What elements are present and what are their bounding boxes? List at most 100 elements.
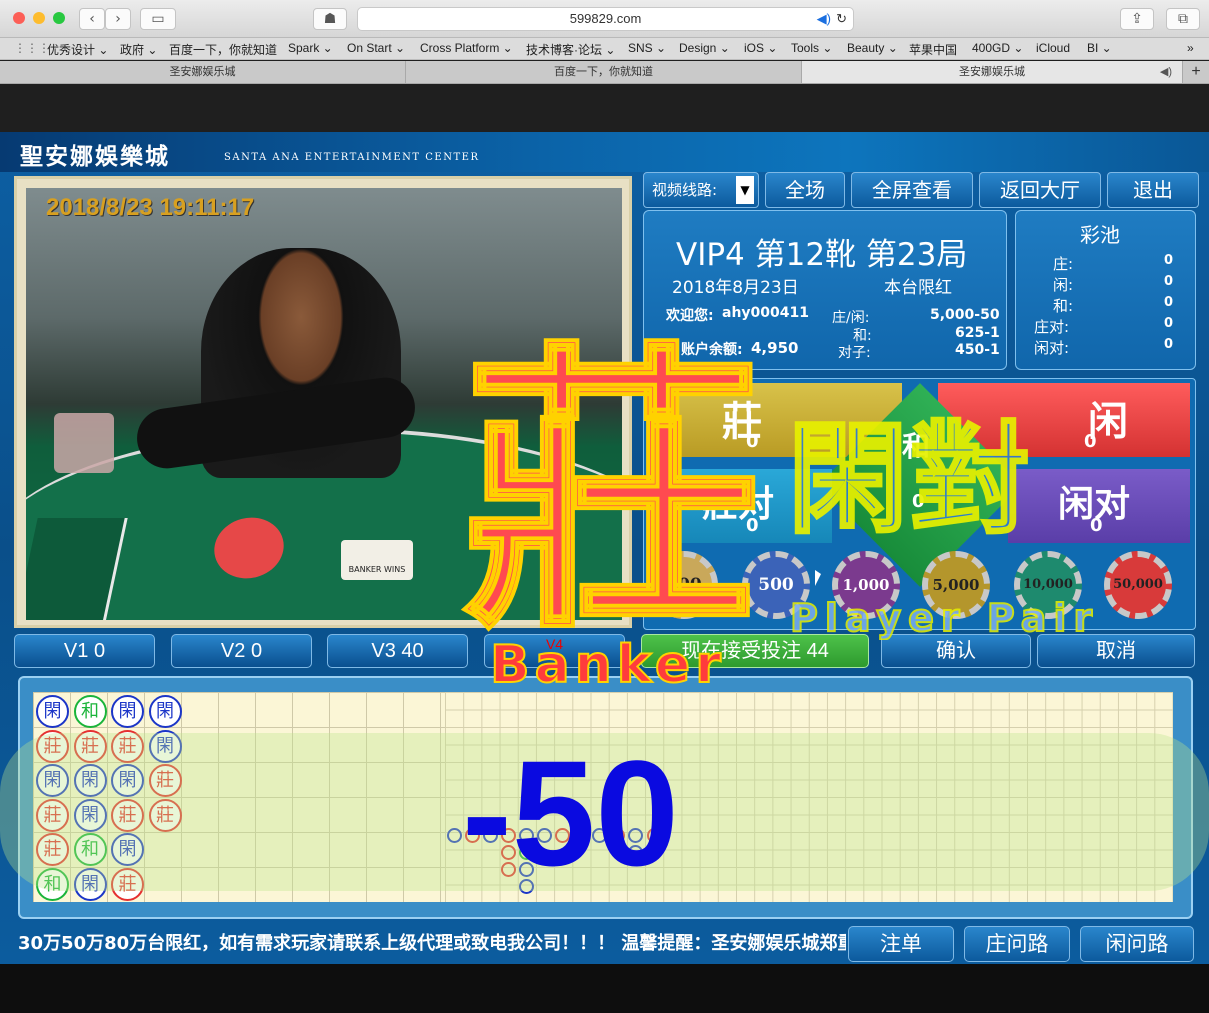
- bead-road-cell: 閑: [73, 764, 107, 797]
- bead-road-cell: 莊: [36, 833, 69, 866]
- bookmark[interactable]: Design ⌄: [679, 41, 730, 55]
- bookmark[interactable]: Tools ⌄: [791, 41, 832, 55]
- bookmark[interactable]: Cross Platform ⌄: [420, 41, 513, 55]
- full-table-button[interactable]: 全场: [765, 172, 845, 208]
- limit-value-2: 625-1: [955, 325, 1000, 341]
- result-player-pair-char: 閑對: [787, 409, 1032, 550]
- tab-3-active[interactable]: 圣安娜娱乐城 ◀): [802, 61, 1183, 83]
- table-date: 2018年8月23日: [672, 278, 799, 298]
- limit-label-3: 对子:: [838, 345, 871, 361]
- chip-50000[interactable]: 50,000: [1104, 551, 1172, 619]
- address-bar[interactable]: 599829.com ◀) ↻: [357, 7, 854, 31]
- url-text: 599829.com: [569, 11, 642, 26]
- video-line-select[interactable]: 视频线路: ▼: [643, 172, 759, 208]
- pool-label: 庄:: [1053, 255, 1074, 273]
- result-banker-text: Banker: [489, 634, 726, 696]
- reload-icon[interactable]: ↻: [836, 8, 847, 30]
- bead-road-cell: 閑: [111, 833, 144, 866]
- bookmark[interactable]: Spark ⌄: [288, 41, 333, 55]
- v3-button[interactable]: V3 40: [327, 634, 468, 668]
- pool-value: 0: [1164, 316, 1174, 331]
- sidebar-toggle-icon[interactable]: ▭: [140, 8, 176, 30]
- limit-label: 本台限红: [884, 278, 952, 298]
- result-banker-char: 莊: [460, 315, 764, 668]
- pool-label: 闲对:: [1034, 339, 1070, 357]
- forward-button[interactable]: ›: [105, 8, 131, 30]
- more-bookmarks-icon[interactable]: »: [1187, 41, 1194, 55]
- page-bottom-band: [0, 964, 1209, 1013]
- fullscreen-button[interactable]: 全屏查看: [851, 172, 973, 208]
- bookmark[interactable]: Beauty ⌄: [847, 41, 898, 55]
- bookmark[interactable]: 400GD ⌄: [972, 41, 1023, 55]
- speaker-icon[interactable]: ◀): [817, 8, 831, 30]
- bookmark[interactable]: iCloud: [1036, 41, 1070, 55]
- v2-button[interactable]: V2 0: [171, 634, 312, 668]
- v1-button[interactable]: V1 0: [14, 634, 155, 668]
- tab-3-label: 圣安娜娱乐城: [959, 66, 1025, 78]
- bead-road-cell: 莊: [148, 764, 182, 797]
- return-lobby-button[interactable]: 返回大厅: [979, 172, 1101, 208]
- tab-1[interactable]: 圣安娜娱乐城: [0, 61, 406, 83]
- video-timestamp: 2018/8/23 19:11:17: [46, 194, 255, 221]
- bookmark[interactable]: 政府 ⌄: [120, 41, 157, 58]
- bookmark[interactable]: 优秀设计 ⌄: [47, 41, 108, 58]
- result-amount: -50: [462, 729, 679, 897]
- bead-road-cell: 和: [36, 867, 69, 901]
- bet-record-button[interactable]: 注单: [848, 926, 954, 962]
- tab-bar: 圣安娜娱乐城 百度一下，你就知道 圣安娜娱乐城 ◀) +: [0, 61, 1209, 84]
- pool-value: 0: [1164, 337, 1174, 352]
- tab-2[interactable]: 百度一下，你就知道: [406, 61, 802, 83]
- tab-audio-icon[interactable]: ◀): [1160, 61, 1172, 83]
- browser-titlebar: ‹ › ▭ ☗ 599829.com ◀) ↻ ⇪ ⧉: [0, 0, 1209, 38]
- exit-button[interactable]: 退出: [1107, 172, 1199, 208]
- bead-road-cell: 和: [73, 695, 107, 728]
- bookmark[interactable]: 苹果中国: [909, 41, 957, 58]
- bead-road-cell: 莊: [36, 729, 69, 763]
- pool-value: 0: [1164, 295, 1174, 310]
- minimize-window-icon[interactable]: [33, 12, 45, 24]
- bookmark[interactable]: On Start ⌄: [347, 41, 405, 55]
- bead-road-cell: 和: [73, 833, 107, 866]
- pool-panel: 彩池 庄: 0 闲: 0 和: 0 庄对: 0 闲对: 0: [1015, 210, 1196, 370]
- bet-player-pair[interactable]: 闲对 0: [1008, 469, 1190, 543]
- bookmarks-bar: ⋮⋮⋮ 优秀设计 ⌄ 政府 ⌄ 百度一下，你就知道 Spark ⌄ On Sta…: [0, 38, 1209, 60]
- zoom-window-icon[interactable]: [53, 12, 65, 24]
- bookmark[interactable]: SNS ⌄: [628, 41, 666, 55]
- bookmark[interactable]: 技术博客·论坛 ⌄: [526, 41, 615, 58]
- extension-icon[interactable]: ☗: [313, 8, 347, 30]
- bead-road-cell: 莊: [111, 867, 144, 901]
- pool-value: 0: [1164, 253, 1174, 268]
- limit-value-3: 450-1: [955, 342, 1000, 358]
- big-road-ring: [447, 828, 462, 843]
- page-top-band: [0, 84, 1209, 132]
- pool-title: 彩池: [1080, 223, 1120, 247]
- bead-road-cell: 莊: [36, 798, 69, 832]
- bead-road-cell: 閑: [148, 695, 182, 728]
- tabs-overview-button[interactable]: ⧉: [1166, 8, 1200, 30]
- share-button[interactable]: ⇪: [1120, 8, 1154, 30]
- grid-icon[interactable]: ⋮⋮⋮: [14, 41, 50, 55]
- bead-road-cell: 閑: [148, 729, 182, 763]
- bookmark[interactable]: 百度一下，你就知道: [169, 41, 277, 58]
- mouse-cursor-icon: [815, 570, 821, 586]
- banker-ask-road-button[interactable]: 庄问路: [964, 926, 1070, 962]
- bead-road-cell: 閑: [36, 695, 69, 728]
- player-ask-road-button[interactable]: 闲问路: [1080, 926, 1194, 962]
- card-shoe: [54, 413, 114, 473]
- bookmark[interactable]: BI ⌄: [1087, 41, 1112, 55]
- bead-road-cell: 莊: [73, 729, 107, 763]
- back-button[interactable]: ‹: [79, 8, 105, 30]
- pool-label: 闲:: [1053, 276, 1074, 294]
- close-window-icon[interactable]: [13, 12, 25, 24]
- chevron-down-icon[interactable]: ▼: [736, 176, 754, 204]
- new-tab-button[interactable]: +: [1183, 61, 1209, 83]
- bead-road-cell: 閑: [73, 867, 107, 901]
- pool-value: 0: [1164, 274, 1174, 289]
- logo-en: SANTA ANA ENTERTAINMENT CENTER: [224, 152, 480, 163]
- video-line-label: 视频线路:: [652, 181, 718, 199]
- limit-value-1: 5,000-50: [930, 307, 1000, 323]
- marquee-ticker: 30万50万80万台限红，如有需求玩家请联系上级代理或致电我公司！！！ 温馨提醒…: [18, 933, 846, 954]
- bead-road-cell: 閑: [73, 798, 107, 832]
- limit-label-1: 庄/闲:: [832, 310, 870, 326]
- bookmark[interactable]: iOS ⌄: [744, 41, 777, 55]
